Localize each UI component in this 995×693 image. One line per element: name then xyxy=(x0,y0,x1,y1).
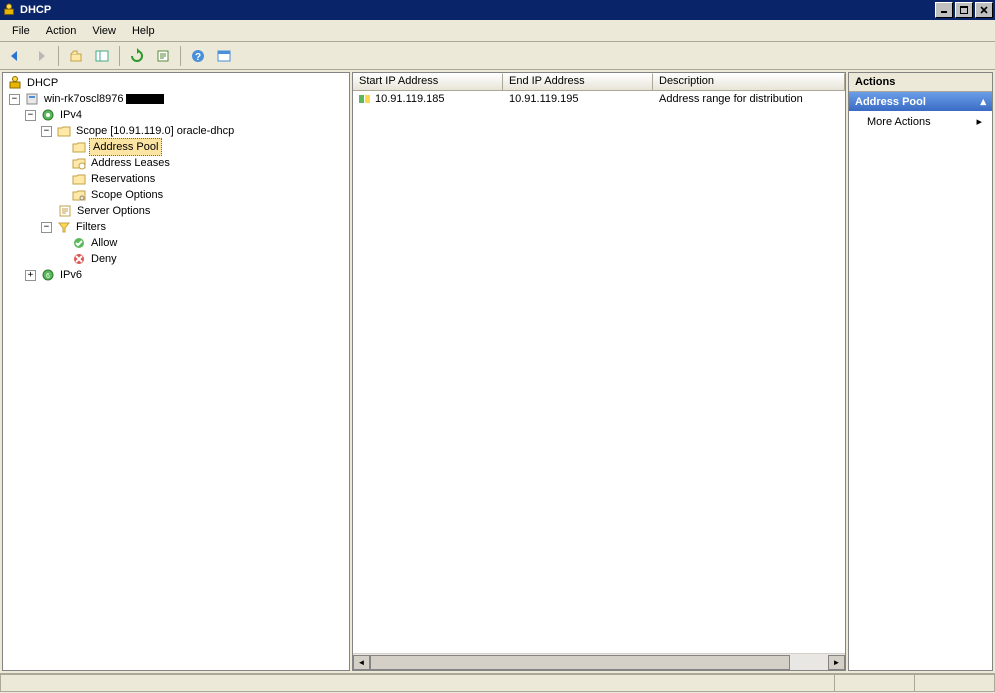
actions-more[interactable]: More Actions ▸ xyxy=(849,111,992,132)
app-icon xyxy=(2,3,16,17)
folder-icon xyxy=(71,139,87,155)
tree-label: Deny xyxy=(89,251,119,267)
ipv6-icon: 6 xyxy=(40,267,56,283)
range-icon xyxy=(359,93,373,105)
menu-action[interactable]: Action xyxy=(38,23,85,39)
minimize-button[interactable] xyxy=(935,2,953,18)
tree-pane[interactable]: DHCP − win-rk7oscl8976 − xyxy=(2,72,350,671)
list-body[interactable]: 10.91.119.185 10.91.119.195 Address rang… xyxy=(353,91,845,653)
tree-label: Filters xyxy=(74,219,108,235)
actions-pane: Actions Address Pool ▴ More Actions ▸ xyxy=(848,72,993,671)
folder-gear-icon xyxy=(71,187,87,203)
help-button[interactable]: ? xyxy=(187,45,209,67)
expander-minus-icon[interactable]: − xyxy=(25,110,36,121)
status-cell xyxy=(0,674,835,692)
tree-address-pool[interactable]: Address Pool xyxy=(5,139,349,155)
actions-context-label: Address Pool xyxy=(855,96,926,108)
toolbar-separator xyxy=(180,46,181,66)
refresh-button[interactable] xyxy=(126,45,148,67)
tree-server[interactable]: − win-rk7oscl8976 xyxy=(5,91,349,107)
server-icon xyxy=(24,91,40,107)
expander-minus-icon[interactable]: − xyxy=(9,94,20,105)
tree-label: Server Options xyxy=(75,203,152,219)
tree-reservations[interactable]: Reservations xyxy=(5,171,349,187)
list-pane: Start IP Address End IP Address Descript… xyxy=(352,72,846,671)
back-button[interactable] xyxy=(4,45,26,67)
tree-label: IPv4 xyxy=(58,107,84,123)
scroll-left-button[interactable]: ◄ xyxy=(353,655,370,670)
tree-label: Address Pool xyxy=(89,138,162,156)
allow-icon xyxy=(71,235,87,251)
tree-deny[interactable]: Deny xyxy=(5,251,349,267)
chevron-up-icon: ▴ xyxy=(980,95,986,108)
forward-button[interactable] xyxy=(30,45,52,67)
menu-view[interactable]: View xyxy=(84,23,124,39)
toolbar: ? xyxy=(0,42,995,70)
export-button[interactable] xyxy=(152,45,174,67)
scroll-track[interactable] xyxy=(370,655,828,670)
status-cell xyxy=(915,674,995,692)
svg-text:6: 6 xyxy=(46,273,50,280)
toolbar-separator xyxy=(58,46,59,66)
status-bar xyxy=(0,673,995,693)
menu-help[interactable]: Help xyxy=(124,23,163,39)
expander-minus-icon[interactable]: − xyxy=(41,222,52,233)
expander-plus-icon[interactable]: + xyxy=(25,270,36,281)
redacted-bar xyxy=(126,94,164,104)
actions-context-header[interactable]: Address Pool ▴ xyxy=(849,92,992,111)
maximize-button[interactable] xyxy=(955,2,973,18)
status-cell xyxy=(835,674,915,692)
chevron-right-icon: ▸ xyxy=(976,115,982,128)
tree-root-dhcp[interactable]: DHCP xyxy=(5,75,349,91)
menu-file[interactable]: File xyxy=(4,23,38,39)
actions-title: Actions xyxy=(849,73,992,92)
tree-scope[interactable]: − Scope [10.91.119.0] oracle-dhcp xyxy=(5,123,349,139)
tree-server-options[interactable]: Server Options xyxy=(5,203,349,219)
tree-filters[interactable]: − Filters xyxy=(5,219,349,235)
tree-scope-options[interactable]: Scope Options xyxy=(5,187,349,203)
close-button[interactable] xyxy=(975,2,993,18)
window-titlebar: DHCP xyxy=(0,0,995,20)
toolbar-separator xyxy=(119,46,120,66)
properties-button[interactable] xyxy=(213,45,235,67)
tree-label: IPv6 xyxy=(58,267,84,283)
tree-label: Scope [10.91.119.0] oracle-dhcp xyxy=(74,123,236,139)
expander-minus-icon[interactable]: − xyxy=(41,126,52,137)
tree-label: DHCP xyxy=(25,75,60,91)
menu-bar: File Action View Help xyxy=(0,20,995,42)
folder-clock-icon xyxy=(71,155,87,171)
tree-label: win-rk7oscl8976 xyxy=(42,91,125,107)
tree-label: Address Leases xyxy=(89,155,172,171)
filter-icon xyxy=(56,219,72,235)
column-end-ip[interactable]: End IP Address xyxy=(503,73,653,90)
ipv4-icon xyxy=(40,107,56,123)
horizontal-scrollbar[interactable]: ◄ ► xyxy=(353,653,845,670)
tree-label: Reservations xyxy=(89,171,157,187)
list-row[interactable]: 10.91.119.185 10.91.119.195 Address rang… xyxy=(353,91,845,107)
column-description[interactable]: Description xyxy=(653,73,845,90)
tree-label: Allow xyxy=(89,235,119,251)
folder-icon xyxy=(71,171,87,187)
scroll-right-button[interactable]: ► xyxy=(828,655,845,670)
tree-address-leases[interactable]: Address Leases xyxy=(5,155,349,171)
cell-description: Address range for distribution xyxy=(653,93,845,105)
actions-more-label: More Actions xyxy=(867,116,931,128)
tree-allow[interactable]: Allow xyxy=(5,235,349,251)
scroll-thumb[interactable] xyxy=(370,655,790,670)
folder-icon xyxy=(56,123,72,139)
up-button[interactable] xyxy=(65,45,87,67)
window-title: DHCP xyxy=(20,4,933,16)
tree-ipv4[interactable]: − IPv4 xyxy=(5,107,349,123)
tree-ipv6[interactable]: + 6 IPv6 xyxy=(5,267,349,283)
svg-text:?: ? xyxy=(195,52,201,63)
cell-end-ip: 10.91.119.195 xyxy=(503,93,653,105)
tree-label: Scope Options xyxy=(89,187,165,203)
list-header: Start IP Address End IP Address Descript… xyxy=(353,73,845,91)
deny-icon xyxy=(71,251,87,267)
column-start-ip[interactable]: Start IP Address xyxy=(353,73,503,90)
show-hide-button[interactable] xyxy=(91,45,113,67)
options-icon xyxy=(57,203,73,219)
dhcp-icon xyxy=(7,75,23,91)
cell-start-ip: 10.91.119.185 xyxy=(375,93,445,105)
